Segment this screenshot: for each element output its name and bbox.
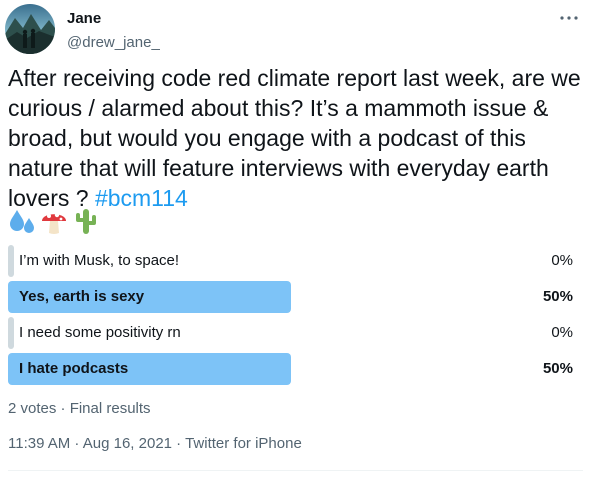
- avatar[interactable]: [5, 4, 55, 54]
- poll-summary: 2 votes · Final results: [8, 400, 151, 417]
- poll-option-bar: [8, 245, 14, 277]
- divider: [8, 470, 583, 471]
- poll-option-percent: 50%: [542, 288, 573, 305]
- poll: I’m with Musk, to space! 0% Yes, earth is …: [8, 245, 583, 389]
- poll-option: I hate podcasts 50%: [8, 353, 583, 385]
- poll-option-label: I hate podcasts: [19, 360, 129, 377]
- poll-option-label: Yes, earth is sexy: [19, 288, 145, 305]
- poll-option-percent: 50%: [542, 360, 573, 377]
- poll-option-bar: [8, 317, 14, 349]
- tweet-header: Jane @drew_jane_: [5, 4, 583, 56]
- author-display-name[interactable]: Jane: [67, 9, 160, 29]
- poll-option-percent: 0%: [551, 324, 573, 341]
- author-handle[interactable]: @drew_jane_: [67, 33, 160, 53]
- more-options-icon[interactable]: [557, 8, 581, 28]
- poll-option: Yes, earth is sexy 50%: [8, 281, 583, 313]
- mushroom-icon: [40, 206, 68, 236]
- tweet-body: After receiving code red climate report …: [8, 65, 581, 211]
- tweet-card: Jane @drew_jane_ After receiving code re…: [0, 0, 599, 478]
- poll-option-percent: 0%: [551, 252, 573, 269]
- cactus-icon: [72, 206, 100, 236]
- tweet-text: After receiving code red climate report …: [8, 63, 583, 213]
- poll-option-label: I’m with Musk, to space!: [19, 252, 180, 269]
- poll-option: I’m with Musk, to space! 0%: [8, 245, 583, 277]
- tweet-timestamp[interactable]: 11:39 AM · Aug 16, 2021 · Twitter for iP…: [8, 434, 302, 454]
- emoji-row: [8, 206, 100, 236]
- sweat-droplets-icon: [8, 206, 36, 236]
- poll-option: I need some positivity rn 0%: [8, 317, 583, 349]
- poll-option-label: I need some positivity rn: [19, 324, 181, 341]
- hashtag-link[interactable]: #bcm114: [95, 185, 188, 211]
